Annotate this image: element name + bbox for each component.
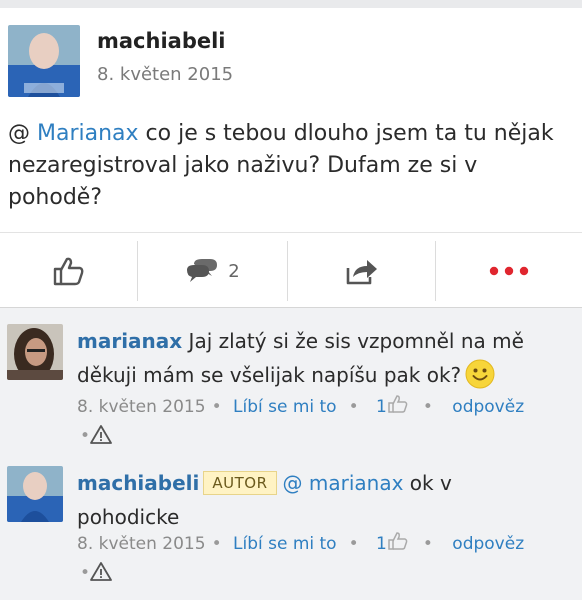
comment-date: 8. květen 2015: [77, 534, 206, 554]
comment-meta: 8. květen 2015 • Líbí se mi to • 1 • odpově…: [77, 394, 524, 417]
comment-author[interactable]: machiabeli: [77, 471, 199, 495]
avatar[interactable]: [7, 466, 63, 522]
share-arrow-icon: [346, 260, 377, 285]
avatar[interactable]: [8, 25, 80, 97]
thumbs-up-icon: [53, 257, 84, 286]
warning-icon[interactable]: [90, 561, 112, 581]
comment-author[interactable]: marianax: [77, 329, 182, 353]
like-count: 1: [376, 397, 387, 417]
comment-count: 2: [228, 260, 240, 282]
author-badge: AUTOR: [203, 471, 277, 495]
thumbs-up-icon: [388, 532, 408, 550]
like-count: 1: [376, 534, 387, 554]
report-row: •: [80, 561, 112, 583]
smiley-emoji-icon: [465, 359, 495, 399]
mention-link[interactable]: Marianax: [37, 121, 139, 146]
comment-button[interactable]: 2: [138, 233, 288, 309]
post-author[interactable]: machiabeli: [97, 29, 226, 53]
comment: machiabeli AUTOR @ marianax ok v pohodicke…: [0, 460, 582, 600]
like-link[interactable]: Líbí se mi to: [233, 534, 337, 554]
comment: marianax Jaj zlatý si že sis vzpomněl na…: [0, 318, 582, 453]
comment-text: machiabeli AUTOR @ marianax ok v pohodicke: [77, 466, 547, 534]
mention-link[interactable]: @ marianax: [283, 471, 404, 495]
thumbs-up-icon: [388, 395, 408, 413]
comment-date: 8. květen 2015: [77, 397, 206, 417]
avatar[interactable]: [7, 324, 63, 380]
report-row: •: [80, 424, 112, 446]
comment-meta: 8. květen 2015 • Líbí se mi to • 1 • odpově…: [77, 531, 524, 554]
like-button[interactable]: [0, 233, 138, 309]
reply-link[interactable]: odpověz: [452, 534, 524, 554]
reply-link[interactable]: odpověz: [452, 397, 524, 417]
post-date: 8. květen 2015: [97, 64, 234, 85]
more-options-button[interactable]: [436, 233, 582, 309]
more-dots-icon: [489, 266, 529, 276]
like-link[interactable]: Líbí se mi to: [233, 397, 337, 417]
post-body: @ Marianax co je s tebou dlouho jsem ta …: [8, 118, 568, 214]
action-bar: 2: [0, 232, 582, 308]
comment-text: marianax Jaj zlatý si že sis vzpomněl na…: [77, 324, 547, 399]
comment-bubbles-icon: [187, 259, 218, 282]
top-strip: [0, 0, 582, 8]
at-sign: @: [8, 121, 37, 146]
warning-icon[interactable]: [90, 424, 112, 444]
share-button[interactable]: [288, 233, 436, 309]
